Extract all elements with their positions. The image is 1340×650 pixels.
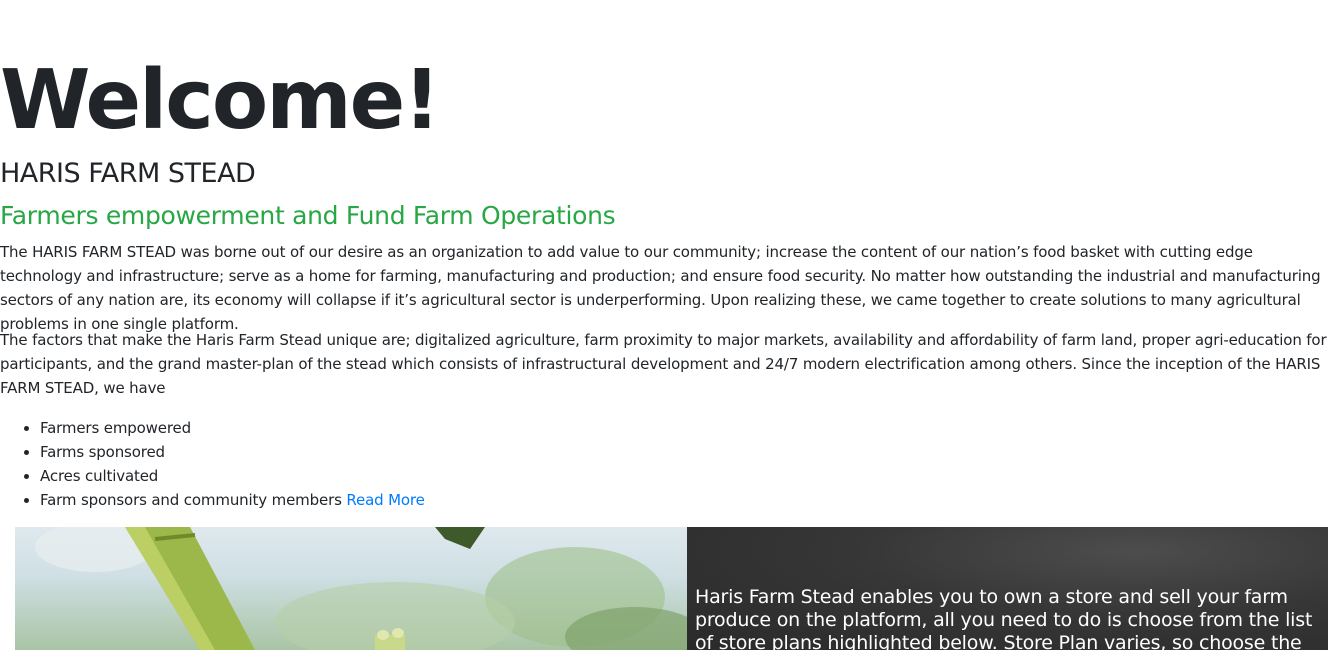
stat-label: Farms sponsored xyxy=(40,443,165,461)
store-info-panel: Haris Farm Stead enables you to own a st… xyxy=(687,527,1328,650)
list-item: Acres cultivated xyxy=(40,464,425,488)
farm-photo xyxy=(15,527,687,650)
stat-label: Acres cultivated xyxy=(40,467,159,485)
bamboo-sprout-image xyxy=(35,527,687,650)
store-banner: Haris Farm Stead enables you to own a st… xyxy=(15,527,1328,650)
list-item: Farm sponsors and community members Read… xyxy=(40,488,425,512)
tagline: Farmers empowerment and Fund Farm Operat… xyxy=(0,201,616,230)
list-item: Farms sponsored xyxy=(40,440,425,464)
page: Welcome! HARIS FARM STEAD Farmers empowe… xyxy=(0,0,1340,650)
stat-label: Farmers empowered xyxy=(40,419,192,437)
stat-label: Farm sponsors and community members xyxy=(40,491,342,509)
about-paragraph-1: The HARIS FARM STEAD was borne out of ou… xyxy=(0,243,1321,333)
stats-list: Farmers empowered Farms sponsored Acres … xyxy=(0,416,425,512)
welcome-heading: Welcome! xyxy=(0,53,441,148)
read-more-link[interactable]: Read More xyxy=(346,491,424,509)
org-name: HARIS FARM STEAD xyxy=(0,158,256,189)
store-info-text: Haris Farm Stead enables you to own a st… xyxy=(695,586,1313,650)
about-paragraph-2: The factors that make the Haris Farm Ste… xyxy=(0,331,1327,397)
list-item: Farmers empowered xyxy=(40,416,425,440)
